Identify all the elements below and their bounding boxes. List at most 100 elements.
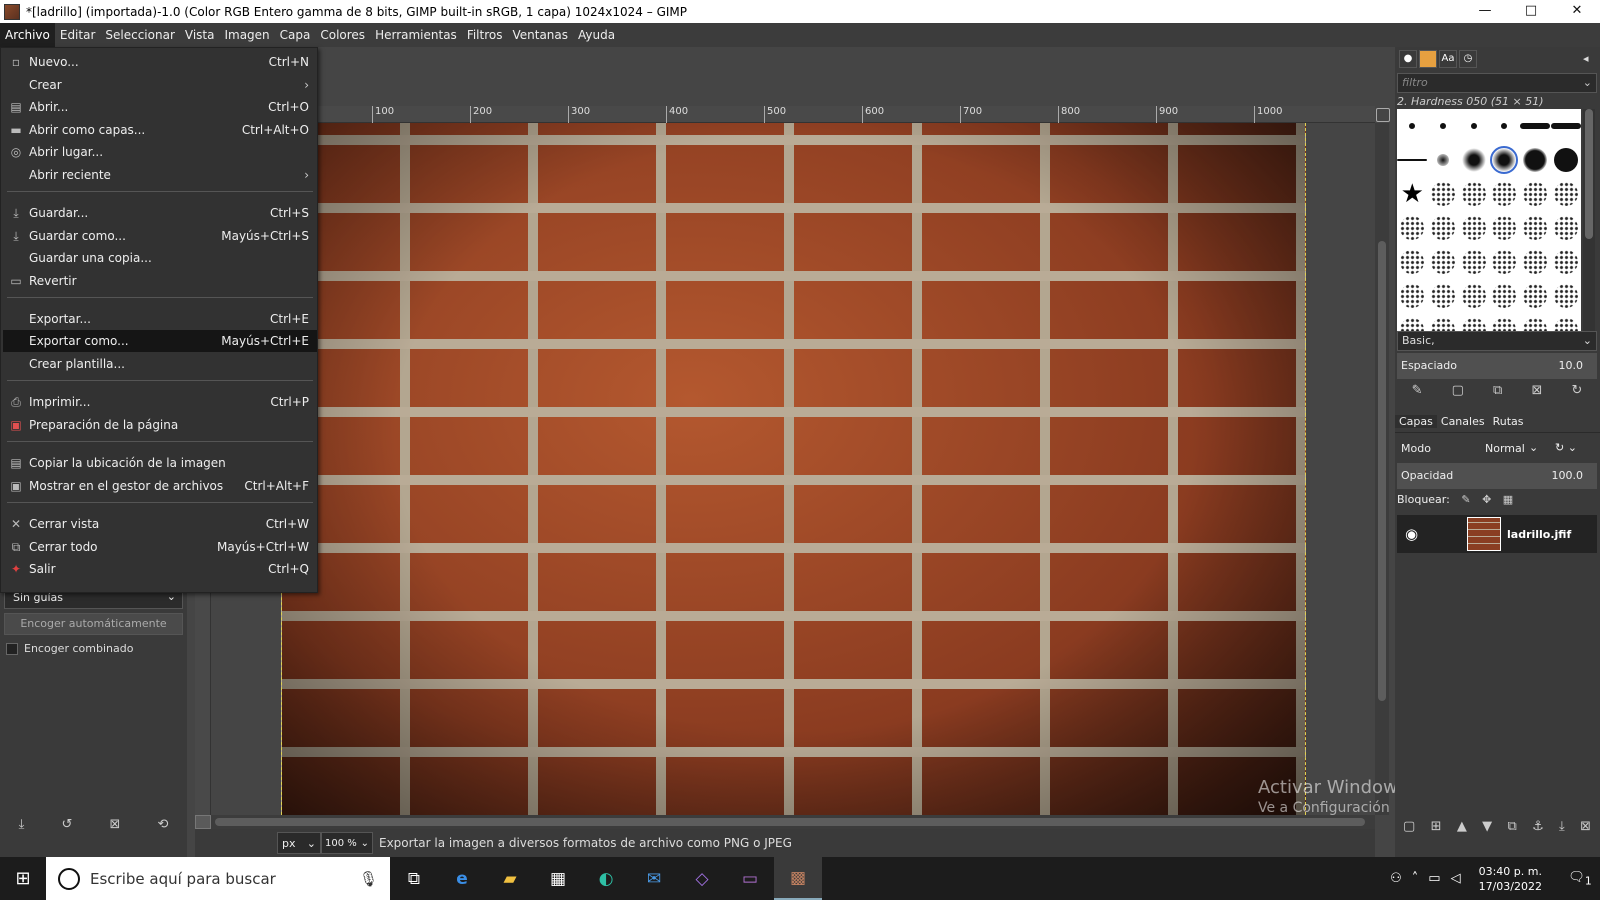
brush-item[interactable] xyxy=(1397,159,1428,161)
star-brush-icon[interactable]: ★ xyxy=(1400,181,1424,207)
store-icon[interactable]: ▦ xyxy=(534,857,582,900)
tab-canales[interactable]: Canales xyxy=(1437,415,1489,428)
delete-options-icon[interactable]: ⊠ xyxy=(109,817,120,839)
restore-options-icon[interactable]: ↺ xyxy=(61,817,72,839)
raise-layer-icon[interactable]: ▲ xyxy=(1457,819,1467,839)
menu-item-crear-plantilla[interactable]: Crear plantilla... xyxy=(3,353,317,375)
history-tab-icon[interactable]: ◷ xyxy=(1459,50,1477,68)
brush-item[interactable] xyxy=(1553,148,1578,172)
tab-capas[interactable]: Capas xyxy=(1395,415,1437,428)
menu-ventanas[interactable]: Ventanas xyxy=(507,23,573,47)
menu-ayuda[interactable]: Ayuda xyxy=(573,23,620,47)
mode-select[interactable]: Normal xyxy=(1485,442,1525,455)
minimize-button[interactable]: — xyxy=(1462,0,1508,23)
brush-item[interactable] xyxy=(1553,284,1578,308)
brush-item[interactable] xyxy=(1492,284,1517,308)
vertical-scrollbar[interactable] xyxy=(1375,123,1389,815)
menu-item-mostrar-gestor[interactable]: ▣ Mostrar en el gestor de archivos Ctrl+Al… xyxy=(3,475,317,497)
network-icon[interactable]: ▭ xyxy=(1428,871,1440,886)
menu-seleccionar[interactable]: Seleccionar xyxy=(100,23,179,47)
menu-item-abrir[interactable]: ▤ Abrir... Ctrl+O xyxy=(3,96,317,118)
brush-item[interactable] xyxy=(1461,148,1486,172)
horizontal-ruler[interactable]: 100 200 300 400 500 600 700 800 900 1000 xyxy=(195,106,1375,123)
brush-item[interactable] xyxy=(1430,216,1455,240)
eye-icon[interactable]: ◉ xyxy=(1405,525,1427,543)
patterns-tab-icon[interactable] xyxy=(1419,50,1437,68)
file-explorer-icon[interactable]: ▰ xyxy=(486,857,534,900)
layer-name[interactable]: ladrillo.jfif xyxy=(1507,528,1571,541)
menu-editar[interactable]: Editar xyxy=(55,23,101,47)
image-canvas[interactable] xyxy=(211,123,1381,815)
menu-herramientas[interactable]: Herramientas xyxy=(370,23,462,47)
notifications-icon[interactable]: 🗨1 xyxy=(1560,870,1600,888)
menu-item-abrir-reciente[interactable]: Abrir reciente › xyxy=(3,164,317,186)
reset-options-icon[interactable]: ⟲ xyxy=(158,817,169,839)
people-icon[interactable]: ⚇ xyxy=(1390,871,1402,886)
brush-item[interactable] xyxy=(1439,123,1446,129)
merge-layer-icon[interactable]: ⤓ xyxy=(1559,819,1565,839)
menu-item-preparacion-pagina[interactable]: ▣ Preparación de la página xyxy=(3,414,317,436)
brush-item[interactable] xyxy=(1400,216,1425,240)
chevron-up-icon[interactable]: ˄ xyxy=(1412,871,1419,886)
menu-item-nuevo[interactable]: ▫ Nuevo... Ctrl+N xyxy=(3,51,317,73)
brush-item[interactable] xyxy=(1436,154,1449,166)
quick-mask-toggle[interactable] xyxy=(195,815,211,829)
brush-item[interactable] xyxy=(1430,182,1455,206)
brush-item[interactable] xyxy=(1492,250,1517,274)
menu-item-crear[interactable]: Crear › xyxy=(3,74,317,96)
brush-item[interactable] xyxy=(1522,284,1547,308)
menu-colores[interactable]: Colores xyxy=(315,23,370,47)
menu-imagen[interactable]: Imagen xyxy=(219,23,274,47)
brush-item[interactable] xyxy=(1430,250,1455,274)
menu-capa[interactable]: Capa xyxy=(275,23,316,47)
lock-pixels-icon[interactable]: ✎ xyxy=(1461,493,1470,506)
menu-item-imprimir[interactable]: ⎙ Imprimir... Ctrl+P xyxy=(3,391,317,413)
mode-switch-icon[interactable]: ↻ ⌄ xyxy=(1555,441,1577,454)
volume-icon[interactable]: ◁ xyxy=(1451,871,1461,886)
zoom-select[interactable]: 100 % ⌄ xyxy=(321,832,373,854)
brush-filter-input[interactable]: filtro ⌄ xyxy=(1397,73,1597,93)
brush-item-selected[interactable] xyxy=(1490,146,1519,174)
menu-item-exportar[interactable]: Exportar... Ctrl+E xyxy=(3,308,317,330)
brush-item[interactable] xyxy=(1492,182,1517,206)
new-brush-icon[interactable]: ▢ xyxy=(1452,383,1464,403)
layer-row[interactable]: ◉ ladrillo.jfif xyxy=(1397,515,1597,553)
windows-start-icon[interactable]: ⊞ xyxy=(0,857,46,900)
shrink-merged-checkbox[interactable] xyxy=(6,642,18,655)
brush-item[interactable] xyxy=(1409,123,1416,129)
navigate-icon[interactable] xyxy=(1376,108,1390,122)
duplicate-brush-icon[interactable]: ⧉ xyxy=(1493,383,1502,403)
menu-item-copiar-ubicacion[interactable]: ▤ Copiar la ubicación de la imagen xyxy=(3,452,317,474)
brush-item[interactable] xyxy=(1522,250,1547,274)
menu-item-revertir[interactable]: ▭ Revertir xyxy=(3,270,317,292)
menu-archivo[interactable]: Archivo xyxy=(0,23,55,47)
mail-icon[interactable]: ✉ xyxy=(630,857,678,900)
menu-item-cerrar-todo[interactable]: ⧉ Cerrar todo Mayús+Ctrl+W xyxy=(3,536,317,558)
shrink-merged-option[interactable]: Encoger combinado xyxy=(6,642,133,655)
brush-item[interactable] xyxy=(1400,284,1425,308)
brush-tag-select[interactable]: Basic, ⌄ xyxy=(1397,331,1597,351)
brush-item[interactable] xyxy=(1519,123,1550,129)
new-group-icon[interactable]: ⊞ xyxy=(1431,819,1442,839)
brush-item[interactable] xyxy=(1522,182,1547,206)
refresh-brushes-icon[interactable]: ↻ xyxy=(1571,383,1582,403)
lock-position-icon[interactable]: ✥ xyxy=(1482,493,1491,506)
lock-alpha-icon[interactable]: ▦ xyxy=(1503,493,1513,506)
delete-layer-icon[interactable]: ⊠ xyxy=(1580,819,1591,839)
menu-filtros[interactable]: Filtros xyxy=(462,23,508,47)
microphone-icon[interactable]: 🎙 xyxy=(359,870,378,888)
brush-item[interactable] xyxy=(1470,123,1477,129)
menu-item-cerrar-vista[interactable]: ✕ Cerrar vista Ctrl+W xyxy=(3,513,317,535)
menu-item-guardar[interactable]: ⤓ Guardar... Ctrl+S xyxy=(3,202,317,224)
brush-item[interactable] xyxy=(1501,123,1508,129)
brush-scrollbar[interactable] xyxy=(1583,109,1595,343)
menu-item-abrir-lugar[interactable]: ◎ Abrir lugar... xyxy=(3,141,317,163)
brush-item[interactable] xyxy=(1461,182,1486,206)
brush-item[interactable] xyxy=(1553,182,1578,206)
brush-item[interactable] xyxy=(1550,123,1581,129)
brush-item[interactable] xyxy=(1553,216,1578,240)
brush-item[interactable] xyxy=(1461,284,1486,308)
spacing-slider[interactable]: Espaciado 10.0 xyxy=(1397,353,1597,379)
menu-item-guardar-como[interactable]: ⤓ Guardar como... Mayús+Ctrl+S xyxy=(3,225,317,247)
dock-menu-icon[interactable]: ◂ xyxy=(1583,52,1589,65)
